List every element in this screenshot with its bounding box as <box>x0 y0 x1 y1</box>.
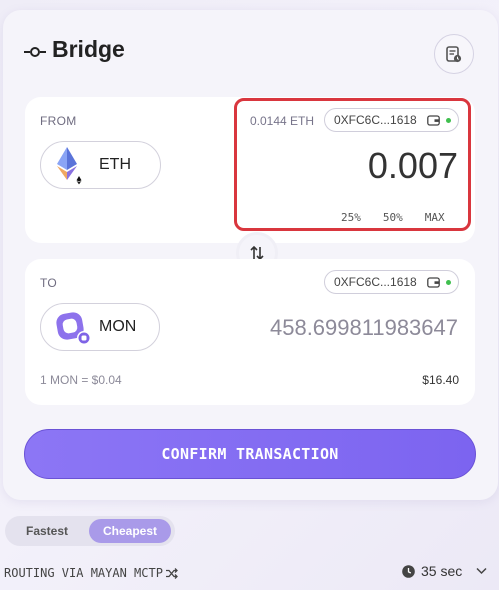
tab-cheapest[interactable]: Cheapest <box>89 519 171 543</box>
chevron-down-icon <box>476 567 487 575</box>
to-token-selector[interactable]: MON <box>40 303 160 351</box>
routing-info: ROUTING VIA MAYAN MCTP <box>4 566 178 580</box>
history-button[interactable] <box>434 34 474 74</box>
mon-icon <box>56 312 91 345</box>
to-label: TO <box>40 276 58 290</box>
to-amount: 458.699811983647 <box>269 315 458 340</box>
eta-selector[interactable]: 35 sec <box>402 563 487 579</box>
confirm-transaction-button[interactable]: CONFIRM TRANSACTION <box>24 429 476 479</box>
connected-status-icon <box>445 279 451 285</box>
routing-text: ROUTING VIA MAYAN MCTP <box>4 566 163 580</box>
usd-value: $16.40 <box>422 373 459 387</box>
to-address-chip[interactable]: 0XFC6C...1618 <box>324 270 459 294</box>
from-token-selector[interactable]: ETH <box>40 141 161 189</box>
page-title: Bridge <box>52 36 125 62</box>
amount-highlight-box <box>234 98 471 231</box>
eta-text: 35 sec <box>421 563 463 579</box>
shuffle-icon <box>165 567 178 579</box>
exchange-rate: 1 MON = $0.04 <box>40 373 122 387</box>
eth-icon <box>57 147 84 185</box>
wallet-icon <box>426 276 440 288</box>
from-token-symbol: ETH <box>99 156 131 173</box>
bridge-icon <box>24 47 46 57</box>
from-label: FROM <box>40 114 77 128</box>
to-address: 0XFC6C...1618 <box>334 275 417 289</box>
to-token-symbol: MON <box>99 318 137 335</box>
route-tabs: Fastest Cheapest <box>5 516 175 546</box>
header: Bridge <box>24 30 474 76</box>
clock-icon <box>402 564 415 578</box>
history-icon <box>446 45 462 62</box>
tab-fastest[interactable]: Fastest <box>5 519 89 543</box>
